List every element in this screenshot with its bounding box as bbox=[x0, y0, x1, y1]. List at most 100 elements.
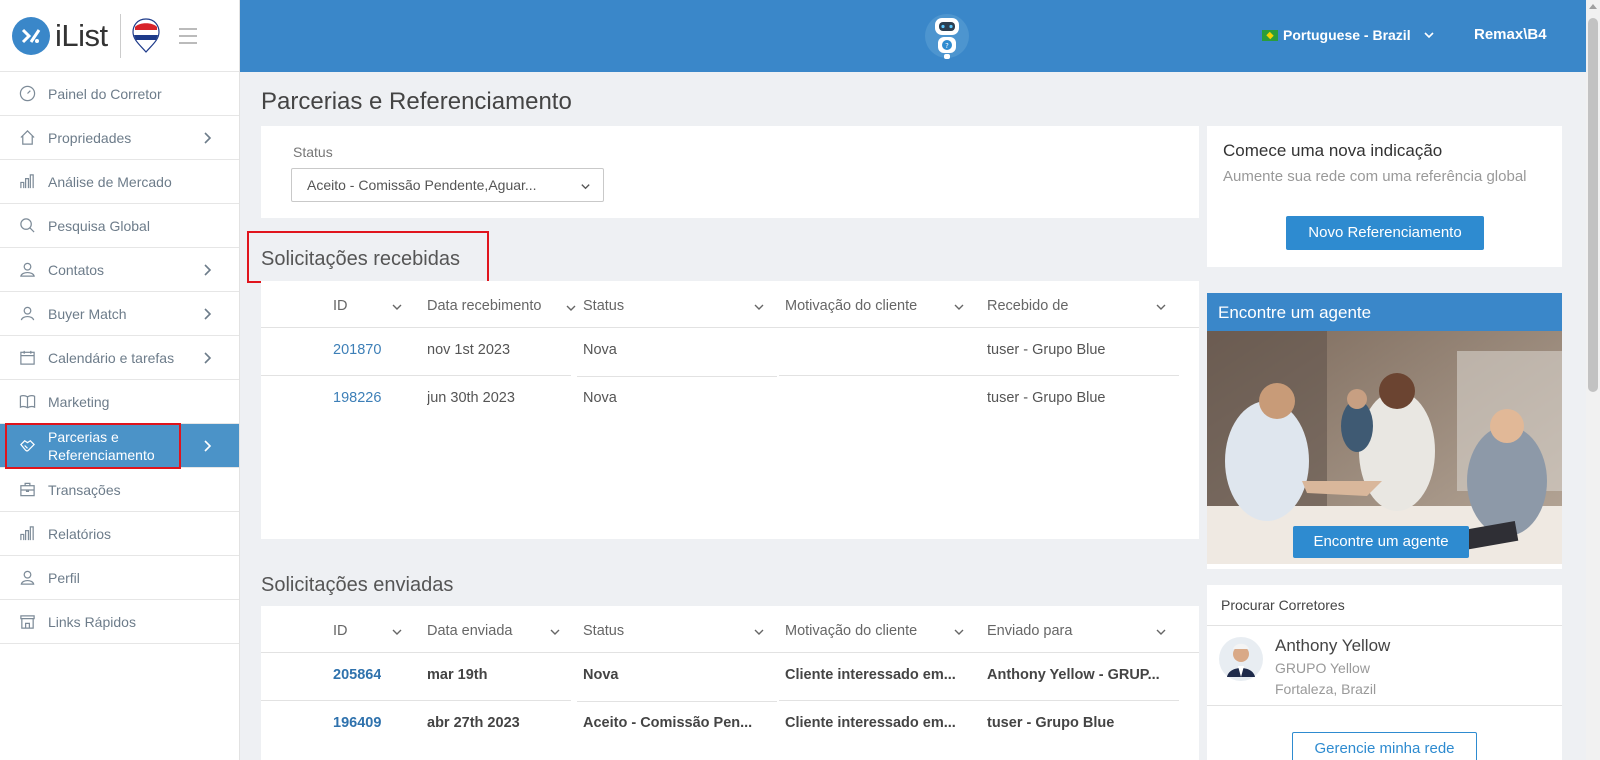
col-header-id[interactable]: ID bbox=[333, 298, 402, 314]
sidebar-item-perfil[interactable]: Perfil bbox=[0, 556, 239, 600]
sidebar-item-links-rapidos[interactable]: Links Rápidos bbox=[0, 600, 239, 644]
sidebar-item-parcerias[interactable]: Parcerias e Referenciamento bbox=[0, 424, 239, 468]
highlight-box-received-title bbox=[247, 231, 489, 283]
divider bbox=[779, 700, 979, 701]
brazil-flag-icon bbox=[1262, 29, 1278, 41]
sidebar-item-analise[interactable]: Análise de Mercado bbox=[0, 160, 239, 204]
bar-chart-icon bbox=[18, 173, 36, 191]
sidebar-item-contatos[interactable]: Contatos bbox=[0, 248, 239, 292]
col-header-received-from[interactable]: Recebido de bbox=[987, 298, 1166, 314]
store-icon bbox=[18, 613, 36, 631]
col-header-id[interactable]: ID bbox=[333, 623, 402, 639]
new-referral-button[interactable]: Novo Referenciamento bbox=[1286, 216, 1484, 250]
col-header-motivation[interactable]: Motivação do cliente bbox=[785, 298, 964, 314]
sidebar-item-calendario[interactable]: Calendário e tarefas bbox=[0, 336, 239, 380]
logo-divider bbox=[119, 13, 121, 58]
col-header-label: Status bbox=[583, 623, 625, 639]
chevron-right-icon bbox=[204, 264, 212, 276]
remax-balloon-icon bbox=[132, 17, 160, 53]
row-id-link[interactable]: 196409 bbox=[333, 715, 381, 731]
divider bbox=[261, 700, 571, 701]
sidebar-item-label: Análise de Mercado bbox=[48, 173, 172, 190]
page-scrollbar[interactable] bbox=[1586, 0, 1600, 760]
bar-chart-icon bbox=[18, 525, 36, 543]
row-status: Nova bbox=[583, 342, 617, 358]
scroll-up-icon[interactable] bbox=[1589, 4, 1597, 9]
chevron-right-icon bbox=[204, 308, 212, 320]
row-date: abr 27th 2023 bbox=[427, 715, 520, 731]
divider bbox=[979, 375, 1179, 376]
sidebar-item-label: Transações bbox=[48, 481, 121, 498]
sidebar: iList Painel do Corretor Propriedades An… bbox=[0, 0, 240, 760]
new-referral-subtitle: Aumente sua rede com uma referência glob… bbox=[1223, 168, 1527, 185]
row-sent-to: tuser - Grupo Blue bbox=[987, 715, 1115, 731]
chevron-down-icon bbox=[1156, 304, 1166, 310]
contacts-icon bbox=[18, 261, 36, 279]
col-header-date[interactable]: Data enviada bbox=[427, 623, 560, 639]
row-status: Aceito - Comissão Pen... bbox=[583, 715, 753, 731]
sidebar-item-label: Links Rápidos bbox=[48, 613, 136, 630]
language-selector[interactable]: Portuguese - Brazil bbox=[1262, 27, 1435, 43]
sidebar-item-propriedades[interactable]: Propriedades bbox=[0, 116, 239, 160]
gauge-icon bbox=[18, 85, 36, 103]
brokers-card: Procurar Corretores Anthony Yellow GRUPO… bbox=[1207, 585, 1562, 760]
sidebar-item-marketing[interactable]: Marketing bbox=[0, 380, 239, 424]
sidebar-item-label: Pesquisa Global bbox=[48, 217, 150, 234]
filter-card: Status Aceito - Comissão Pendente,Aguar.… bbox=[261, 126, 1199, 218]
sidebar-item-painel[interactable]: Painel do Corretor bbox=[0, 72, 239, 116]
chevron-right-icon bbox=[204, 132, 212, 144]
row-id-link[interactable]: 205864 bbox=[333, 667, 381, 683]
col-header-label: ID bbox=[333, 623, 348, 639]
top-bar: ? Portuguese - Brazil Remax\B4 bbox=[240, 0, 1586, 72]
sent-section-title: Solicitações enviadas bbox=[261, 574, 454, 596]
status-filter-label: Status bbox=[293, 144, 333, 160]
chevron-down-icon bbox=[1156, 629, 1166, 635]
divider bbox=[1207, 625, 1562, 626]
col-header-label: Data recebimento bbox=[427, 298, 542, 314]
robot-help-icon[interactable]: ? bbox=[922, 10, 972, 62]
book-icon bbox=[18, 393, 36, 411]
col-header-sent-to[interactable]: Enviado para bbox=[987, 623, 1166, 639]
app-name[interactable]: iList bbox=[55, 18, 108, 54]
broker-name[interactable]: Anthony Yellow bbox=[1275, 636, 1390, 656]
row-id-link[interactable]: 198226 bbox=[333, 390, 381, 406]
sidebar-item-label: Perfil bbox=[48, 569, 80, 586]
col-header-label: Motivação do cliente bbox=[785, 623, 918, 639]
sidebar-item-relatorios[interactable]: Relatórios bbox=[0, 512, 239, 556]
col-header-date[interactable]: Data recebimento bbox=[427, 298, 576, 314]
col-header-status[interactable]: Status bbox=[583, 623, 764, 639]
row-id-link[interactable]: 201870 bbox=[333, 342, 381, 358]
handshake-icon bbox=[18, 437, 36, 455]
find-agent-card: Encontre um agente Encontre um agente bbox=[1207, 293, 1562, 569]
divider bbox=[779, 375, 979, 376]
language-label: Portuguese - Brazil bbox=[1283, 27, 1411, 43]
find-agent-button[interactable]: Encontre um agente bbox=[1293, 526, 1469, 558]
broker-location: Fortaleza, Brazil bbox=[1275, 681, 1377, 697]
sidebar-item-label: Contatos bbox=[48, 261, 105, 278]
chevron-down-icon bbox=[392, 304, 402, 310]
avatar bbox=[1219, 637, 1263, 681]
row-date: jun 30th 2023 bbox=[427, 390, 515, 406]
col-header-motivation[interactable]: Motivação do cliente bbox=[785, 623, 964, 639]
chevron-right-icon bbox=[204, 352, 212, 364]
manage-network-button[interactable]: Gerencie minha rede bbox=[1292, 732, 1477, 760]
ilist-logo-icon[interactable] bbox=[12, 16, 50, 55]
find-agent-title: Encontre um agente bbox=[1207, 293, 1562, 331]
chevron-down-icon bbox=[566, 305, 576, 311]
divider bbox=[261, 652, 1199, 653]
user-icon bbox=[18, 305, 36, 323]
sidebar-item-label: Calendário e tarefas bbox=[48, 349, 175, 366]
chevron-down-icon bbox=[550, 629, 560, 635]
sidebar-item-transacoes[interactable]: Transações bbox=[0, 468, 239, 512]
divider bbox=[577, 376, 777, 377]
row-received-from: tuser - Grupo Blue bbox=[987, 342, 1106, 358]
sidebar-item-pesquisa[interactable]: Pesquisa Global bbox=[0, 204, 239, 248]
user-menu[interactable]: Remax\B4 bbox=[1474, 26, 1547, 43]
scrollbar-thumb[interactable] bbox=[1588, 18, 1598, 392]
status-filter-select[interactable]: Aceito - Comissão Pendente,Aguar... bbox=[291, 168, 604, 202]
col-header-status[interactable]: Status bbox=[583, 298, 764, 314]
menu-toggle-icon[interactable] bbox=[178, 27, 197, 44]
sidebar-item-label-line2: Referenciamento bbox=[48, 446, 155, 463]
sidebar-item-buyer-match[interactable]: Buyer Match bbox=[0, 292, 239, 336]
svg-text:?: ? bbox=[945, 42, 949, 50]
